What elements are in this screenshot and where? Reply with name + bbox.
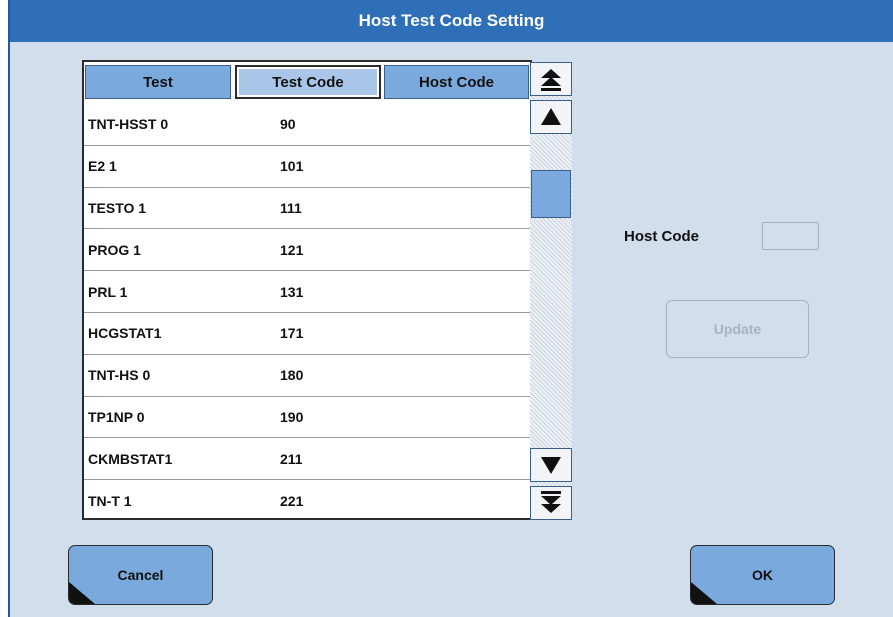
host-test-code-dialog: Host Test Code Setting Test Test Code Ho… bbox=[8, 0, 893, 617]
test-cell: PRL 1 bbox=[88, 283, 128, 300]
test-code-cell: 211 bbox=[280, 450, 303, 467]
table-row[interactable]: E2 1 101 bbox=[84, 146, 530, 188]
test-code-table: Test Test Code Host Code TNT-HSST 0 90 E… bbox=[82, 60, 532, 520]
table-row[interactable]: PRL 1 131 bbox=[84, 271, 530, 313]
scroll-top-button[interactable] bbox=[530, 62, 572, 96]
scroll-up-icon bbox=[541, 108, 561, 125]
host-code-label: Host Code bbox=[624, 228, 699, 245]
test-cell: CKMBSTAT1 bbox=[88, 450, 173, 467]
table-row[interactable]: TNT-HSST 0 90 bbox=[84, 104, 530, 146]
scroll-down-icon bbox=[541, 457, 561, 474]
host-code-input[interactable] bbox=[762, 222, 819, 250]
scrollbar-thumb[interactable] bbox=[531, 170, 571, 218]
test-code-cell: 221 bbox=[280, 493, 304, 510]
table-row[interactable]: TN-T 1 221 bbox=[84, 480, 530, 522]
test-cell: TN-T 1 bbox=[88, 493, 132, 510]
scroll-bottom-button[interactable] bbox=[530, 486, 572, 520]
table-scrollbar[interactable] bbox=[530, 62, 572, 520]
column-header-test-code[interactable]: Test Code bbox=[235, 65, 381, 99]
test-cell: E2 1 bbox=[88, 158, 117, 175]
test-code-cell: 111 bbox=[280, 199, 302, 216]
test-cell: TNT-HSST 0 bbox=[88, 116, 169, 133]
ok-button[interactable]: OK bbox=[690, 545, 835, 605]
test-cell: PROG 1 bbox=[88, 241, 141, 258]
update-button[interactable]: Update bbox=[666, 300, 809, 358]
column-header-test[interactable]: Test bbox=[85, 65, 231, 99]
table-row[interactable]: TP1NP 0 190 bbox=[84, 397, 530, 439]
table-row[interactable]: CKMBSTAT1 211 bbox=[84, 438, 530, 481]
test-code-cell: 131 bbox=[280, 283, 304, 300]
test-cell: HCGSTAT1 bbox=[88, 325, 162, 342]
scroll-bottom-icon bbox=[541, 491, 561, 513]
test-code-cell: 121 bbox=[280, 241, 304, 258]
column-header-host-code[interactable]: Host Code bbox=[384, 65, 529, 99]
test-code-cell: 101 bbox=[280, 158, 304, 175]
test-code-cell: 190 bbox=[280, 408, 304, 425]
corner-triangle-icon bbox=[69, 582, 95, 604]
table-row[interactable]: HCGSTAT1 171 bbox=[84, 313, 530, 355]
table-row[interactable]: PROG 1 121 bbox=[84, 229, 530, 272]
test-cell: TNT-HS 0 bbox=[88, 367, 151, 384]
test-code-cell: 180 bbox=[280, 367, 304, 384]
test-cell: TP1NP 0 bbox=[88, 408, 145, 425]
ok-button-label: OK bbox=[752, 567, 773, 583]
test-code-cell: 90 bbox=[280, 116, 296, 133]
table-body: TNT-HSST 0 90 E2 1 101 TESTO 1 111 PROG … bbox=[84, 104, 530, 522]
scroll-up-button[interactable] bbox=[530, 100, 572, 134]
corner-triangle-icon bbox=[691, 582, 717, 604]
test-cell: TESTO 1 bbox=[88, 199, 147, 216]
table-row[interactable]: TNT-HS 0 180 bbox=[84, 355, 530, 397]
cancel-button-label: Cancel bbox=[117, 567, 164, 583]
scroll-top-icon bbox=[541, 69, 561, 91]
test-code-cell: 171 bbox=[280, 325, 304, 342]
dialog-title: Host Test Code Setting bbox=[10, 0, 893, 42]
scroll-down-button[interactable] bbox=[530, 448, 572, 482]
table-row[interactable]: TESTO 1 111 bbox=[84, 188, 530, 230]
cancel-button[interactable]: Cancel bbox=[68, 545, 213, 605]
table-header: Test Test Code Host Code bbox=[84, 62, 530, 104]
